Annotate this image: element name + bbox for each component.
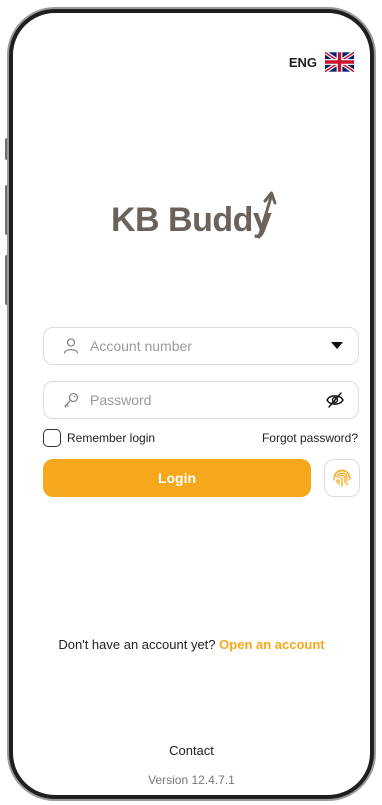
- signup-question: Don't have an account yet?: [58, 637, 216, 652]
- logo-text: KB Buddy: [111, 201, 272, 239]
- password-field[interactable]: Password: [43, 381, 359, 419]
- arrow-up-icon: [257, 191, 277, 239]
- login-button-label: Login: [157, 470, 197, 486]
- account-number-field[interactable]: Account number: [43, 327, 359, 365]
- eye-off-icon[interactable]: [326, 392, 344, 408]
- password-placeholder: Password: [90, 392, 152, 408]
- kb-buddy-logo: KB Buddy: [111, 189, 279, 239]
- account-number-placeholder: Account number: [90, 338, 192, 354]
- app-version: Version 12.4.7.1: [148, 773, 235, 787]
- remember-login[interactable]: Remember login: [43, 429, 155, 447]
- fingerprint-login-button[interactable]: [324, 459, 360, 497]
- uk-flag-icon: [325, 52, 354, 72]
- open-account-link[interactable]: Open an account: [219, 637, 324, 652]
- language-label: ENG: [288, 54, 317, 70]
- remember-login-checkbox[interactable]: [43, 429, 61, 447]
- key-icon: [64, 392, 79, 408]
- forgot-password-link[interactable]: Forgot password?: [262, 431, 358, 445]
- phone-frame: ENG KB Buddy Account number Password Rem…: [9, 9, 374, 799]
- caret-down-icon[interactable]: [330, 338, 344, 352]
- login-button[interactable]: Login: [43, 459, 311, 497]
- user-icon: [63, 338, 79, 354]
- language-selector[interactable]: ENG: [289, 52, 354, 72]
- contact-link[interactable]: Contact: [13, 743, 370, 758]
- signup-prompt: Don't have an account yet? Open an accou…: [13, 637, 370, 652]
- remember-login-label: Remember login: [67, 431, 156, 445]
- fingerprint-icon: [333, 469, 351, 487]
